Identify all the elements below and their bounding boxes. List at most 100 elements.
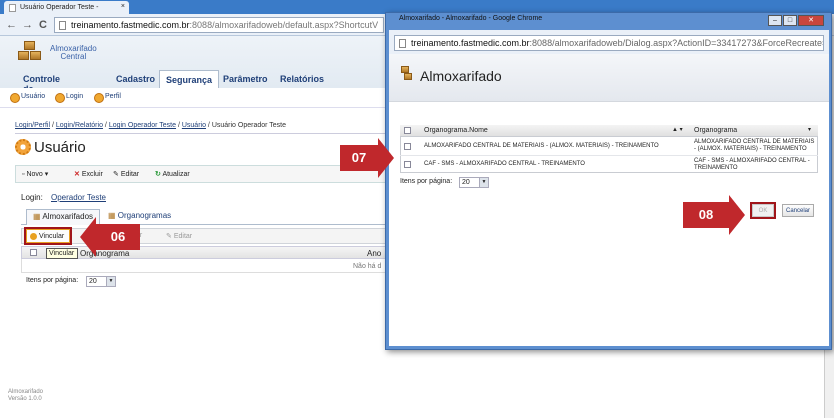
- close-window-icon[interactable]: ✕: [798, 15, 824, 26]
- col-organograma[interactable]: Organograma: [694, 127, 737, 134]
- page-title: Usuário: [34, 139, 86, 156]
- forward-icon[interactable]: →: [22, 19, 33, 31]
- refresh-icon: ↻: [155, 171, 161, 178]
- chevron-down-icon: ▼: [479, 178, 488, 187]
- link-button[interactable]: Vincular: [26, 229, 70, 243]
- column-menu-icon[interactable]: ▾: [808, 127, 811, 134]
- dialog-items-per-page-value: 20: [462, 179, 470, 186]
- boxes-icon: ▦: [33, 212, 41, 221]
- maximize-icon[interactable]: □: [783, 15, 797, 26]
- grid-empty-text: Não há d: [353, 263, 382, 270]
- ok-button[interactable]: OK: [752, 204, 774, 217]
- row-organograma: ALMOXARIFADO CENTRAL DE MATERIAIS - (ALM…: [694, 139, 815, 152]
- reload-icon[interactable]: C: [39, 19, 47, 31]
- sub-menu: Usuário Login Perfil: [0, 88, 404, 108]
- sort-asc-icon[interactable]: ▲ ▾: [672, 127, 683, 134]
- link-label: Vincular: [39, 233, 65, 240]
- login-label: Login:: [21, 193, 43, 202]
- tab-organogramas-label: Organogramas: [117, 211, 172, 220]
- close-tab-icon[interactable]: ×: [121, 3, 125, 10]
- breadcrumb-current: Usuário Operador Teste: [211, 122, 287, 129]
- menu-seguranca[interactable]: Segurança: [159, 70, 220, 88]
- login-link[interactable]: Operador Teste: [51, 193, 106, 202]
- items-per-page-label: Itens por página:: [26, 277, 79, 284]
- breadcrumb-login-relatorio[interactable]: Login/Relatório: [56, 122, 103, 129]
- breadcrumb-login-operador[interactable]: Login Operador Teste: [109, 122, 176, 129]
- refresh-label: Atualizar: [162, 171, 190, 178]
- col-organograma-nome[interactable]: Organograma.Nome: [424, 127, 488, 134]
- items-per-page: Itens por página:: [26, 277, 78, 284]
- gear-icon: [15, 139, 31, 155]
- items-per-page-value: 20: [89, 278, 97, 285]
- divider: [15, 133, 395, 134]
- dialog-items-per-page-select[interactable]: 20 ▼: [459, 177, 489, 188]
- row-nome: ALMOXARIFADO CENTRAL DE MATERIAIS - (ALM…: [424, 143, 659, 149]
- dialog-window-title: Almoxarifado - Almoxarifado - Google Chr…: [399, 15, 543, 22]
- grid-row[interactable]: ALMOXARIFADO CENTRAL DE MATERIAIS - (ALM…: [400, 137, 818, 156]
- row-checkbox[interactable]: [404, 161, 411, 168]
- footer: Almoxarifado Versão 1.0.0: [8, 389, 43, 403]
- dialog-url-path: :8088/almoxarifadoweb/Dialog.aspx?Action…: [529, 38, 824, 48]
- col-ano[interactable]: Ano: [367, 249, 381, 258]
- breadcrumb-usuario[interactable]: Usuário: [182, 122, 206, 129]
- dialog-heading: Almoxarifado: [420, 68, 502, 84]
- brand-line2: Central: [60, 52, 87, 61]
- row-checkbox[interactable]: [404, 143, 411, 150]
- submenu-perfil[interactable]: Perfil: [94, 93, 121, 103]
- row-nome: CAF - SMS - ALMOXARIFADO CENTRAL - TREIN…: [424, 161, 585, 167]
- organograma-grid-header: Organograma.Nome ▲ ▾ Organograma ▾: [400, 125, 818, 137]
- submenu-usuario[interactable]: Usuário: [10, 93, 45, 103]
- grid-empty-row: Não há d: [21, 259, 395, 273]
- page-icon: [399, 39, 406, 48]
- minimize-icon[interactable]: –: [768, 15, 782, 26]
- dialog-items-per-page-label: Itens por página:: [400, 178, 453, 185]
- grid-edit-button[interactable]: ✎ Editar: [166, 232, 192, 240]
- browser-tab[interactable]: Usuário Operador Teste - ×: [4, 1, 129, 14]
- delete-button[interactable]: ✕ Excluir: [74, 170, 103, 178]
- menu-relatorios[interactable]: Relatórios: [274, 70, 330, 88]
- sitemap-icon: ▦: [108, 211, 116, 220]
- address-bar[interactable]: treinamento.fastmedic.com.br:8088/almoxa…: [54, 17, 384, 33]
- page-icon: [9, 4, 16, 12]
- refresh-button[interactable]: ↻ Atualizar: [155, 170, 190, 178]
- edit-label: Editar: [120, 171, 140, 178]
- menu-parametro[interactable]: Parâmetro: [217, 70, 274, 88]
- chevron-down-icon: ▼: [106, 277, 115, 286]
- cancel-button[interactable]: Cancelar: [782, 204, 814, 217]
- callout-step-06: 06: [80, 217, 140, 257]
- breadcrumb: Login/Perfil / Login/Relatório / Login O…: [15, 122, 287, 129]
- record-toolbar: ▫ Novo ▾ ✕ Excluir ✎ Editar ↻ Atualizar: [15, 165, 395, 183]
- select-all-checkbox[interactable]: [30, 249, 37, 256]
- new-label: Novo: [26, 171, 43, 178]
- items-per-page-select[interactable]: 20 ▼: [86, 276, 116, 287]
- tab-title: Usuário Operador Teste -: [20, 4, 99, 11]
- pencil-icon: ✎: [166, 233, 172, 240]
- select-all-checkbox[interactable]: [404, 127, 411, 134]
- page-icon: [59, 21, 66, 30]
- grid-row[interactable]: CAF - SMS - ALMOXARIFADO CENTRAL - TREIN…: [400, 156, 818, 173]
- submenu-login[interactable]: Login: [55, 93, 83, 103]
- dialog-address-bar[interactable]: treinamento.fastmedic.com.br:8088/almoxa…: [394, 35, 824, 51]
- callout-step-07: 07: [340, 138, 394, 178]
- grid-edit-label: Editar: [173, 233, 193, 240]
- dialog-url-host: treinamento.fastmedic.com.br: [411, 38, 530, 48]
- link-icon: [30, 233, 37, 240]
- footer-app-name: Almoxarifado: [8, 389, 44, 395]
- back-icon[interactable]: ←: [6, 19, 17, 31]
- brand: Almoxarifado Central: [50, 45, 97, 61]
- grid-toolbar: cular ✎ Editar: [21, 228, 395, 244]
- pencil-icon: ✎: [113, 171, 119, 178]
- edit-button[interactable]: ✎ Editar: [113, 170, 139, 178]
- new-button[interactable]: ▫ Novo ▾: [22, 170, 48, 178]
- boxes-logo-icon: [18, 41, 44, 63]
- delete-label: Excluir: [81, 171, 103, 178]
- menu-cadastro[interactable]: Cadastro: [110, 70, 161, 88]
- breadcrumb-login-perfil[interactable]: Login/Perfil: [15, 122, 50, 129]
- row-organograma: CAF - SMS - ALMOXARIFADO CENTRAL - TREIN…: [694, 158, 810, 171]
- url-host: treinamento.fastmedic.com.br: [71, 20, 190, 30]
- menu-controle-estoque[interactable]: Controle de Estoque: [17, 70, 66, 104]
- warehouse-icon: [401, 66, 414, 82]
- url-path: :8088/almoxarifadoweb/default.aspx?Short…: [189, 20, 379, 30]
- delete-x-icon: ✕: [74, 171, 80, 178]
- tab-organogramas[interactable]: ▦ Organogramas: [104, 211, 175, 220]
